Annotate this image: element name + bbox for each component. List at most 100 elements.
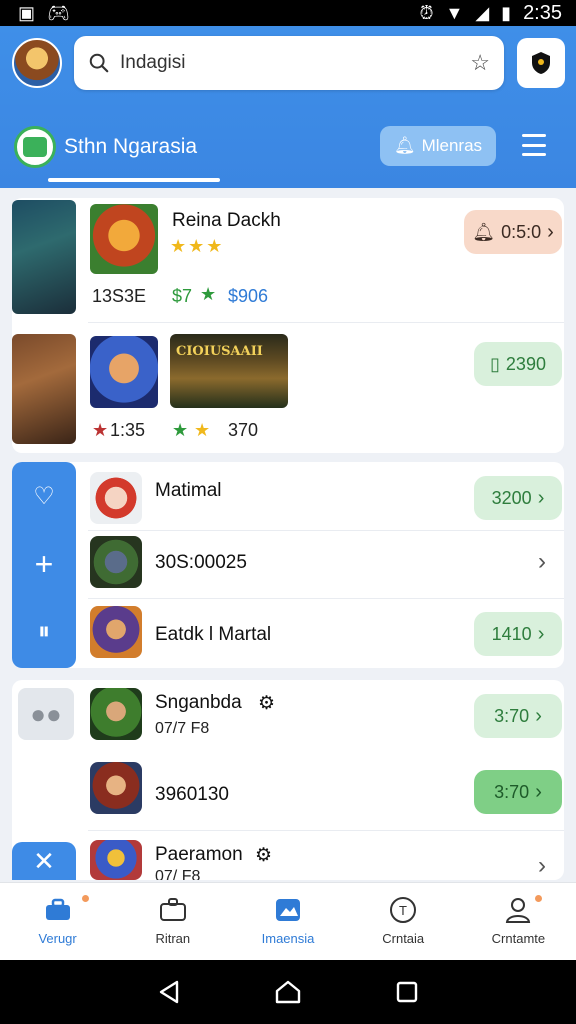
compass-icon: T xyxy=(387,895,419,925)
chevron-right-icon: › xyxy=(535,704,542,727)
list-item-title[interactable]: 30S:00025 xyxy=(155,552,247,574)
users-icon[interactable]: ●● xyxy=(18,688,74,740)
divider xyxy=(88,830,564,831)
nav-label: Crntaia xyxy=(382,931,425,946)
star-icon: ★ xyxy=(172,420,189,440)
app-icon[interactable] xyxy=(90,840,142,880)
chevron-right-icon[interactable]: › xyxy=(538,548,546,576)
price-badge-button[interactable]: 3:70 › xyxy=(474,770,562,814)
shield-button[interactable] xyxy=(517,38,565,88)
nav-label: Imaensia xyxy=(261,931,315,946)
bottom-nav: Verugr Ritran Imaensia T Crntaia Crntamt… xyxy=(0,882,576,960)
list-item-title[interactable]: Paeramon xyxy=(155,844,243,866)
menu-icon[interactable] xyxy=(522,134,546,156)
game-price-blue: $906 xyxy=(228,286,269,306)
divider xyxy=(88,530,564,531)
star-icon[interactable]: ☆ xyxy=(470,50,490,76)
game-banner-image[interactable]: CIOIUSAAII xyxy=(170,334,288,408)
system-nav-bar xyxy=(0,960,576,1024)
app-icon[interactable] xyxy=(90,606,142,658)
pause-icon[interactable]: ⏸︎ xyxy=(30,618,58,646)
recents-icon[interactable] xyxy=(393,978,421,1006)
game-poster-image[interactable] xyxy=(12,200,76,314)
list-item-title[interactable]: Matimal xyxy=(155,480,222,502)
banner-label: CIOIUSAAII xyxy=(176,344,263,359)
star-icon: ★ xyxy=(200,284,217,304)
gallery-icon: ▣ xyxy=(18,2,36,23)
search-icon xyxy=(89,53,109,73)
pill-button[interactable]: 🔔︎ Mlenras xyxy=(380,126,496,166)
side-rail: ♡ + ⏸︎ xyxy=(12,462,76,668)
phone-icon: ▯ xyxy=(490,353,500,374)
toolbox-icon xyxy=(42,895,74,925)
nav-item-imaensia[interactable]: Imaensia xyxy=(230,883,345,960)
shuffle-icon[interactable]: ✕ xyxy=(12,842,76,880)
time-badge-button[interactable]: 🔔︎ 0:5:0 › xyxy=(464,210,562,254)
heart-icon[interactable]: ♡ xyxy=(30,482,58,510)
chevron-right-icon: › xyxy=(535,780,542,803)
app-icon[interactable] xyxy=(90,762,142,814)
tab-title[interactable]: Sthn Ngarasia xyxy=(64,135,197,159)
app-icon[interactable] xyxy=(90,688,142,740)
bell-icon: 🔔︎ xyxy=(393,136,416,155)
search-input[interactable]: Indagisi xyxy=(120,52,470,74)
price-badge-button[interactable]: 1410 › xyxy=(474,612,562,656)
nav-item-ritran[interactable]: Ritran xyxy=(115,883,230,960)
home-icon[interactable] xyxy=(274,978,302,1006)
list-card: ●● ✕ Snganbda ⚙︎ 07/7 F8 3:70 › 3960130 … xyxy=(12,680,564,880)
bell-icon: 🔔︎ xyxy=(472,221,496,242)
price-badge-label: 3200 xyxy=(491,487,532,508)
notification-dot xyxy=(82,895,89,902)
battery-icon: ▮ xyxy=(501,2,512,23)
nav-item-crntaia[interactable]: T Crntaia xyxy=(346,883,461,960)
svg-text:T: T xyxy=(399,903,407,918)
tab-indicator xyxy=(48,178,220,182)
gamepad-icon: 🎮︎ xyxy=(47,2,70,23)
row-meta-left: 1:35 xyxy=(110,420,146,440)
game-title[interactable]: Reina Dackh xyxy=(172,210,281,232)
price-badge-label: 2390 xyxy=(505,353,546,374)
image-icon xyxy=(272,895,304,925)
app-icon[interactable] xyxy=(90,536,142,588)
chevron-right-icon[interactable]: › xyxy=(538,852,546,880)
status-time: 2:35 xyxy=(523,1,562,24)
gamepad-icon: ⚙︎ xyxy=(255,845,273,866)
nav-item-verugr[interactable]: Verugr xyxy=(0,883,115,960)
book-tab-icon[interactable] xyxy=(14,126,56,168)
back-icon[interactable] xyxy=(155,978,183,1006)
star-icon: ★ xyxy=(194,420,211,440)
shield-icon xyxy=(532,52,550,74)
chevron-right-icon: › xyxy=(547,220,554,243)
signal-icon: ◢ xyxy=(475,2,490,23)
list-item-subtitle: 07/ F8 xyxy=(155,868,201,880)
nav-label: Crntamte xyxy=(491,931,546,946)
user-icon xyxy=(502,895,534,925)
row-meta-right: 370 xyxy=(228,420,259,440)
gamepad-icon: ⚙︎ xyxy=(258,693,276,714)
price-badge-button[interactable]: 3:70 › xyxy=(474,694,562,738)
nav-item-crntamte[interactable]: Crntamte xyxy=(461,883,576,960)
plus-icon[interactable]: + xyxy=(30,546,58,582)
game-price-green: $7 xyxy=(172,286,193,306)
list-item-title[interactable]: 3960130 xyxy=(155,784,229,806)
list-item-title[interactable]: Eatdk l Martal xyxy=(155,624,271,646)
nav-label: Verugr xyxy=(38,931,77,946)
notification-dot xyxy=(534,895,542,902)
price-badge-button[interactable]: 3200 › xyxy=(474,476,562,520)
list-card: ♡ + ⏸︎ Matimal 3200 › 30S:00025 › Eatdk … xyxy=(12,462,564,668)
game-thumb-image[interactable] xyxy=(90,336,158,408)
avatar[interactable] xyxy=(12,38,62,88)
nav-label: Ritran xyxy=(155,931,191,946)
briefcase-icon xyxy=(157,895,189,925)
pill-button-label: Mlenras xyxy=(421,136,483,155)
price-badge-button[interactable]: ▯ 2390 xyxy=(474,342,562,386)
list-item-title[interactable]: Snganbda xyxy=(155,692,242,714)
price-badge-label: 3:70 xyxy=(494,705,530,726)
game-thumb-image[interactable] xyxy=(90,204,158,274)
app-icon[interactable] xyxy=(90,472,142,524)
game-poster-image[interactable] xyxy=(12,334,76,444)
price-badge-label: 1410 xyxy=(491,623,532,644)
chevron-right-icon: › xyxy=(537,486,545,509)
status-bar: ▣ 🎮︎ ⏰︎ ▼ ◢ ▮ 2:35 xyxy=(0,0,576,26)
search-bar[interactable]: Indagisi ☆ xyxy=(74,36,504,90)
